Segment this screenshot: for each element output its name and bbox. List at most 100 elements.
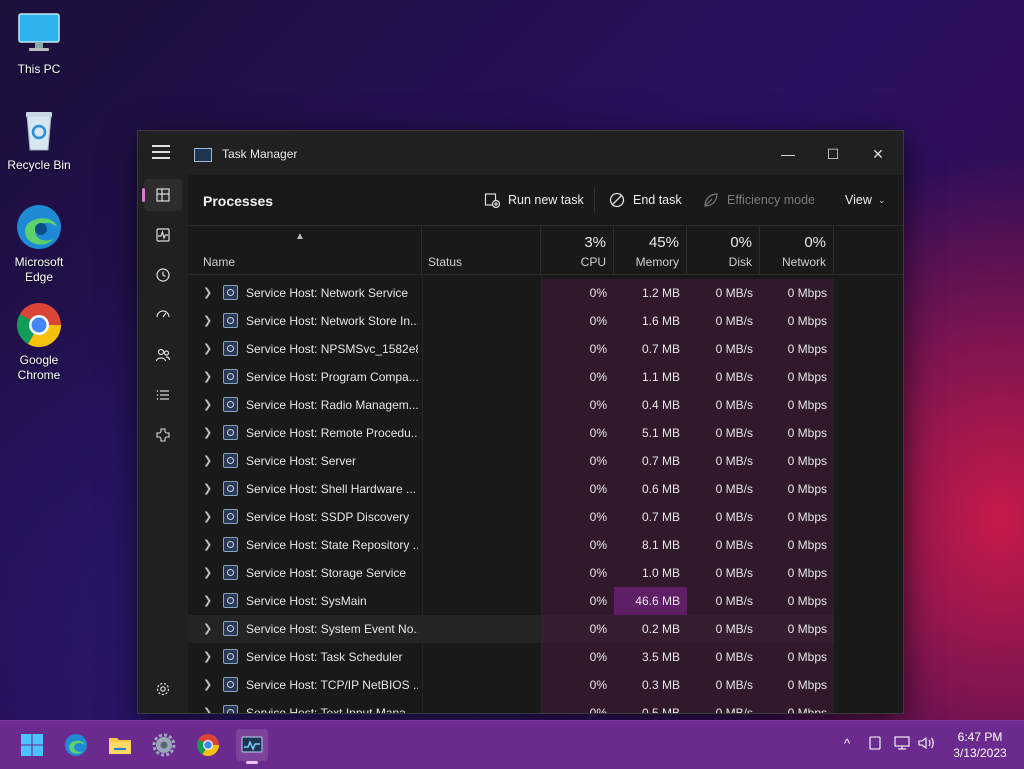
chevron-right-icon[interactable]: ❯ <box>203 398 212 411</box>
taskbar-task-manager[interactable] <box>236 729 268 764</box>
task-manager-app-icon <box>194 148 212 162</box>
service-host-icon <box>223 649 238 664</box>
end-task-button[interactable]: End task <box>609 189 682 211</box>
column-label: Memory <box>635 255 679 269</box>
tray-tablet-icon[interactable] <box>868 736 882 753</box>
desktop-icon-this-pc[interactable]: This PC <box>4 10 74 77</box>
chevron-right-icon[interactable]: ❯ <box>203 342 212 355</box>
close-button[interactable]: ✕ <box>855 139 901 169</box>
end-task-label: End task <box>633 193 682 207</box>
disk-cell: 0 MB/s <box>687 391 760 419</box>
clock[interactable]: 6:47 PM 3/13/2023 <box>948 729 1012 761</box>
clock-date: 3/13/2023 <box>953 746 1007 760</box>
table-row[interactable]: ❯ Service Host: Radio Managem... 0% 0.4 MB 0… <box>188 391 834 419</box>
disk-total-percent: 0% <box>730 234 752 251</box>
column-header-network[interactable]: 0% Network <box>760 226 834 274</box>
chevron-right-icon[interactable]: ❯ <box>203 454 212 467</box>
start-button[interactable] <box>16 729 48 761</box>
run-new-task-button[interactable]: Run new task <box>484 189 584 211</box>
desktop-icon-edge[interactable]: Microsoft Edge <box>4 203 74 285</box>
start-icon <box>21 734 43 756</box>
view-dropdown[interactable]: View ⌄ <box>845 189 885 211</box>
process-name: Service Host: Radio Managem... <box>246 398 418 412</box>
network-cell: 0 Mbps <box>760 307 834 335</box>
nav-startup-apps[interactable] <box>144 299 182 331</box>
table-row[interactable]: ❯ Service Host: System Event No... 0% 0.2 M… <box>188 615 834 643</box>
nav-details[interactable] <box>144 379 182 411</box>
desktop-icon-recycle-bin[interactable]: Recycle Bin <box>4 106 74 173</box>
memory-cell: 0.6 MB <box>614 475 687 503</box>
chevron-right-icon[interactable]: ❯ <box>203 482 212 495</box>
table-row[interactable]: ❯ Service Host: Server 0% 0.7 MB 0 MB/s 0 Mbp… <box>188 447 834 475</box>
table-row[interactable]: ❯ Service Host: Network Store In... 0% 1.6 … <box>188 307 834 335</box>
chevron-right-icon[interactable]: ❯ <box>203 650 212 663</box>
chevron-right-icon[interactable]: ❯ <box>203 314 212 327</box>
column-header-status[interactable]: Status <box>422 226 541 274</box>
disk-cell: 0 MB/s <box>687 531 760 559</box>
table-row[interactable]: ❯ Service Host: Text Input Mana... 0% 0.5 M… <box>188 699 834 713</box>
chevron-right-icon[interactable]: ❯ <box>203 594 212 607</box>
startup-apps-icon <box>156 310 170 318</box>
chevron-right-icon[interactable]: ❯ <box>203 622 212 635</box>
cpu-cell: 0% <box>541 503 614 531</box>
table-row[interactable]: ❯ Service Host: TCP/IP NetBIOS ... 0% 0.3 M… <box>188 671 834 699</box>
chevron-right-icon[interactable]: ❯ <box>203 678 212 691</box>
nav-processes[interactable] <box>142 179 182 211</box>
desktop-icon-label: Recycle Bin <box>7 158 71 172</box>
chevron-right-icon[interactable]: ❯ <box>203 706 212 713</box>
table-row[interactable]: ❯ Service Host: Task Scheduler 0% 3.5 MB 0 M… <box>188 643 834 671</box>
table-row[interactable]: ❯ Service Host: Program Compa... 0% 1.1 MB 0… <box>188 363 834 391</box>
chevron-right-icon[interactable]: ❯ <box>203 286 212 299</box>
volume-icon[interactable] <box>918 736 936 753</box>
service-host-icon <box>223 481 238 496</box>
column-header-name[interactable]: ▲ Name <box>188 226 422 274</box>
service-host-icon <box>223 509 238 524</box>
hamburger-menu-icon[interactable] <box>152 145 170 159</box>
taskbar-edge[interactable] <box>60 729 92 761</box>
chevron-right-icon[interactable]: ❯ <box>203 370 212 383</box>
title-bar[interactable]: Task Manager — ☐ ✕ <box>138 131 903 175</box>
chevron-right-icon[interactable]: ❯ <box>203 566 212 579</box>
desktop-icon-chrome[interactable]: Google Chrome <box>4 301 74 383</box>
command-bar: Processes Run new task End task Efficien… <box>188 175 903 226</box>
column-header-cpu[interactable]: 3% CPU <box>541 226 614 274</box>
chevron-right-icon[interactable]: ❯ <box>203 538 212 551</box>
table-row[interactable]: ❯ Service Host: Network Service 0% 1.2 MB 0 … <box>188 279 834 307</box>
service-host-icon <box>223 677 238 692</box>
network-icon[interactable] <box>894 736 910 753</box>
taskbar-settings[interactable] <box>148 729 180 761</box>
run-new-task-icon <box>484 193 500 208</box>
table-row[interactable]: ❯ Service Host: NPSMSvc_1582e8 0% 0.7 MB 0 M… <box>188 335 834 363</box>
nav-settings[interactable] <box>144 673 182 705</box>
table-row[interactable]: ❯ Service Host: SysMain 0% 46.6 MB 0 MB/s 0 M… <box>188 587 834 615</box>
cpu-cell: 0% <box>541 671 614 699</box>
network-cell: 0 Mbps <box>760 363 834 391</box>
chevron-right-icon[interactable]: ❯ <box>203 426 212 439</box>
chevron-down-icon: ⌄ <box>877 194 886 205</box>
column-label: Status <box>428 255 463 269</box>
chevron-right-icon[interactable]: ❯ <box>203 510 212 523</box>
nav-users[interactable] <box>144 339 182 371</box>
table-row[interactable]: ❯ Service Host: Remote Procedu... 0% 5.1 MB… <box>188 419 834 447</box>
network-cell: 0 Mbps <box>760 615 834 643</box>
service-host-icon <box>223 313 238 328</box>
nav-app-history[interactable] <box>144 259 182 291</box>
minimize-button[interactable]: — <box>765 139 811 169</box>
maximize-button[interactable]: ☐ <box>810 139 856 169</box>
table-row[interactable]: ❯ Service Host: Shell Hardware ... 0% 0.6 M… <box>188 475 834 503</box>
table-row[interactable]: ❯ Service Host: Storage Service 0% 1.0 MB 0 … <box>188 559 834 587</box>
table-row[interactable]: ❯ Service Host: State Repository ... 0% 8.1… <box>188 531 834 559</box>
column-header-disk[interactable]: 0% Disk <box>687 226 760 274</box>
table-row[interactable]: ❯ Service Host: SSDP Discovery 0% 0.7 MB 0 M… <box>188 503 834 531</box>
efficiency-mode-button[interactable]: Efficiency mode <box>703 189 815 211</box>
nav-performance[interactable] <box>144 219 182 251</box>
disk-cell: 0 MB/s <box>687 503 760 531</box>
edge-icon <box>15 203 63 251</box>
nav-services[interactable] <box>144 419 182 451</box>
memory-cell: 1.6 MB <box>614 307 687 335</box>
column-header-memory[interactable]: 45% Memory <box>614 226 687 274</box>
taskbar-file-explorer[interactable] <box>104 729 136 761</box>
disk-cell: 0 MB/s <box>687 363 760 391</box>
show-hidden-icons-button[interactable]: ^ <box>844 736 850 751</box>
taskbar-chrome[interactable] <box>192 729 224 761</box>
